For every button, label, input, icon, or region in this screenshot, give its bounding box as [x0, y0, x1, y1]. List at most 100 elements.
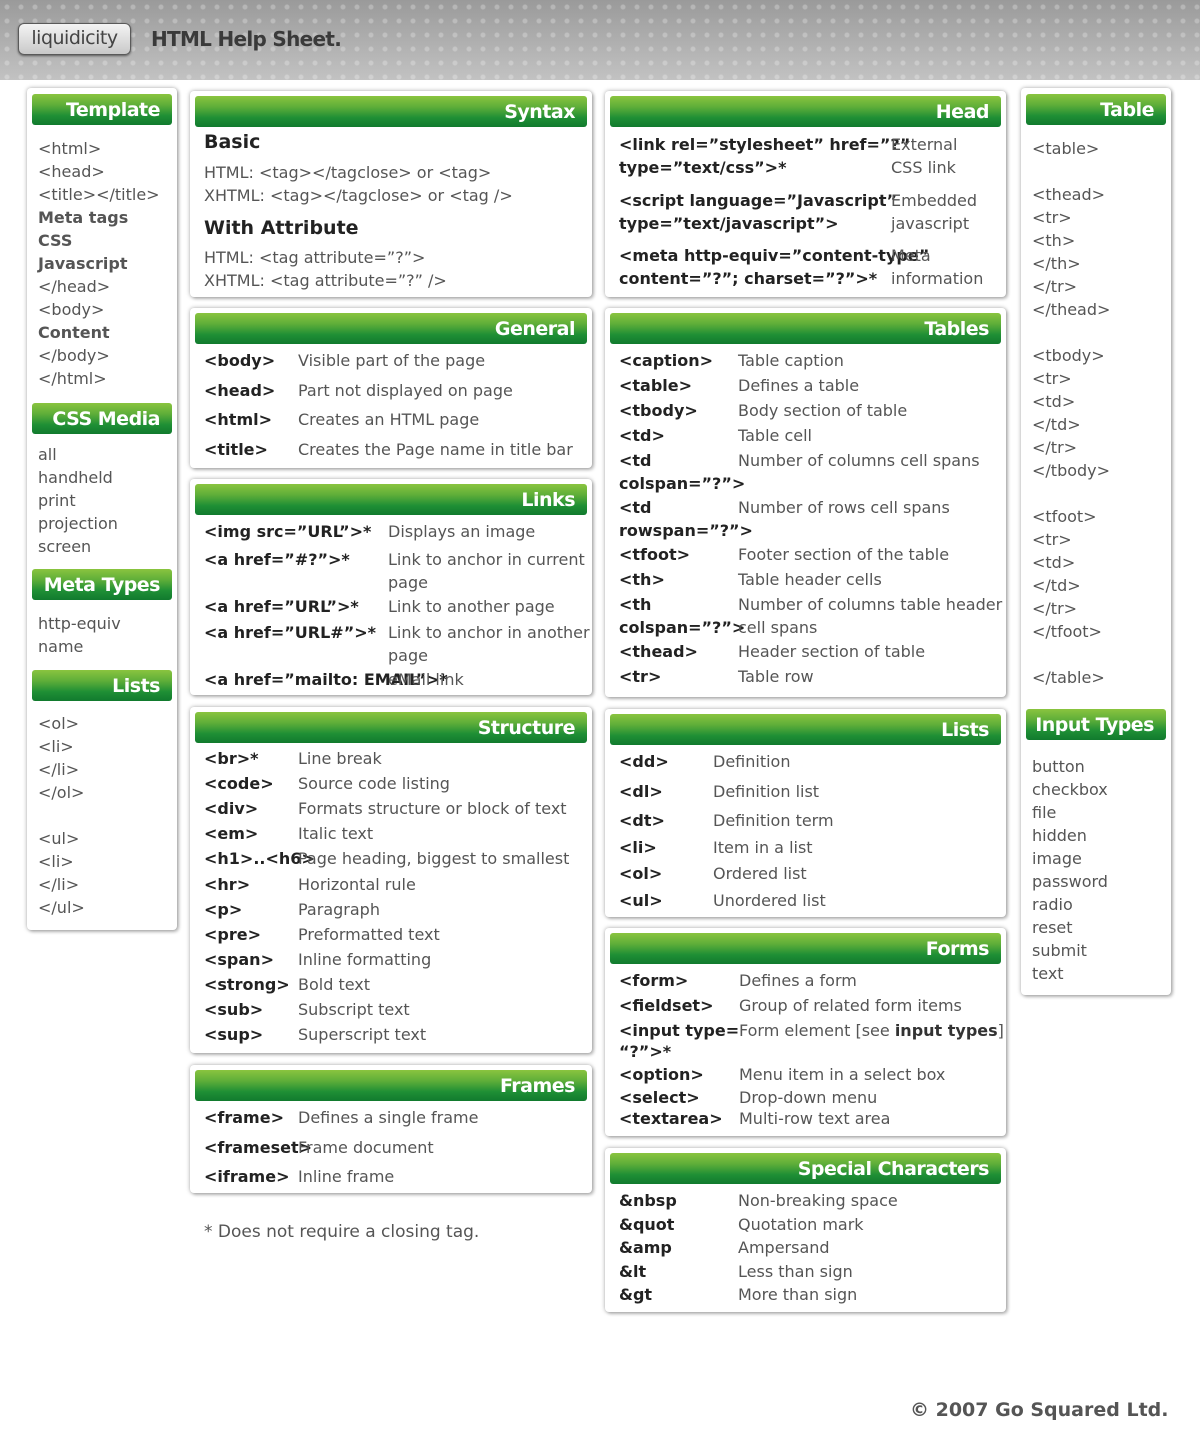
- special-characters-section-header: Special Characters: [610, 1153, 1001, 1184]
- tag-description: Non-breaking space: [738, 1191, 898, 1210]
- tag-description: Table caption: [738, 351, 844, 370]
- tag-name: <th>: [619, 570, 665, 589]
- tag-name: <li>: [619, 837, 657, 857]
- list-item: Meta tags: [38, 208, 129, 227]
- description-text: More than sign: [738, 1285, 858, 1304]
- list-item: <li>: [38, 737, 74, 756]
- description-text: Page heading, biggest to smallest: [298, 849, 570, 869]
- header-bar: liquidicity HTML Help Sheet.: [0, 0, 1200, 80]
- tag-description-cont: page: [388, 573, 428, 592]
- tag-name: <td: [619, 498, 652, 517]
- general-section-header: General: [195, 313, 587, 344]
- general-panel: General <body> Visible part of the page <h…: [190, 308, 592, 468]
- description-text: Displays an image: [388, 522, 536, 541]
- structure-section-header: Structure: [195, 712, 587, 743]
- description-text: Table cell: [738, 426, 812, 445]
- description-text: Table row: [738, 667, 814, 686]
- tag-description: Embedded: [891, 190, 978, 210]
- tag-description: Subscript text: [298, 1000, 410, 1019]
- list-item: radio: [1032, 895, 1073, 914]
- list-item: <th>: [1032, 231, 1076, 250]
- tag-name: <option>: [619, 1065, 704, 1084]
- tag-description: Source code listing: [298, 774, 450, 793]
- list-item: <ul>: [38, 829, 80, 848]
- tag-name: <sub>: [204, 1000, 264, 1019]
- tag-name: <title>: [204, 439, 268, 459]
- tag-description: Defines a single frame: [298, 1108, 478, 1127]
- list-item: </tr>: [1032, 438, 1078, 457]
- tables-panel: Tables <caption> Table caption <table> Defi…: [605, 308, 1006, 697]
- list-item: file: [1032, 803, 1057, 822]
- tag-name: <img src=”URL”>*: [204, 522, 372, 541]
- tag-description: Menu item in a select box: [739, 1065, 945, 1084]
- tag-name: <em>: [204, 824, 259, 844]
- syntax-basic-heading: Basic: [204, 131, 261, 153]
- tag-name: <input type=: [619, 1021, 740, 1040]
- description-text: Multi-row text area: [739, 1109, 891, 1128]
- tag-description-cont: page: [388, 646, 428, 665]
- tag-description: Quotation mark: [738, 1215, 864, 1234]
- tag-description: Line break: [298, 749, 382, 768]
- description-text: Less than sign: [738, 1261, 853, 1281]
- tag-name: <body>: [204, 351, 276, 370]
- list-item: </li>: [38, 875, 80, 894]
- syntax-attr-html: HTML: <tag attribute=”?”>: [204, 248, 426, 267]
- description-text: Definition list: [713, 781, 820, 801]
- tag-name: <html>: [204, 410, 273, 429]
- description-text: Visible part of the page: [298, 351, 486, 370]
- liquidicity-logo[interactable]: liquidicity: [18, 23, 131, 55]
- list-item: <thead>: [1032, 185, 1106, 204]
- tag-description: Visible part of the page: [298, 351, 485, 370]
- tag-description: Defines a form: [739, 971, 857, 990]
- tag-name: <frameset>: [204, 1137, 313, 1157]
- syntax-section-header: Syntax: [195, 96, 587, 127]
- tag-name: <dl>: [619, 781, 663, 801]
- template-section-header: Template: [32, 94, 172, 125]
- tag-description: Defines a table: [738, 376, 859, 395]
- list-item: </th>: [1032, 254, 1081, 273]
- description-text: Ampersand: [738, 1238, 830, 1257]
- meta-types-list: http-equiv name: [38, 612, 121, 658]
- list-item: <title></title>: [38, 185, 160, 204]
- syntax-attr-xhtml: XHTML: <tag attribute=”?” />: [204, 271, 447, 290]
- list-item: reset: [1032, 918, 1073, 937]
- lists-tag-list: <ol> <li> </li> </ol> <ul> <li> </li> </ul>: [38, 712, 85, 919]
- tag-description: Horizontal rule: [298, 875, 416, 894]
- description-text: Footer section of the table: [738, 545, 950, 564]
- tag-description: Displays an image: [388, 522, 535, 541]
- description-text: Line break: [298, 749, 382, 768]
- tag-name: <span>: [204, 949, 274, 969]
- list-item: <li>: [38, 852, 74, 871]
- description-text: Link to another page: [388, 597, 555, 616]
- tag-description: Number of columns table header: [738, 595, 1002, 614]
- tag-name: <td>: [619, 426, 665, 445]
- footnote: * Does not require a closing tag.: [204, 1222, 480, 1242]
- tag-name: &gt: [619, 1285, 653, 1304]
- list-item: projection: [38, 514, 118, 533]
- list-item: password: [1032, 872, 1108, 891]
- tag-description: Italic text: [298, 824, 373, 843]
- structure-panel: Structure <br>* Line break <code> Source co…: [190, 707, 592, 1053]
- syntax-basic-xhtml: XHTML: <tag></tagclose> or <tag />: [204, 186, 513, 205]
- tag-name: <form>: [619, 971, 689, 990]
- right-column-panel: Table <table> <thead> <tr> <th> </th> </tr> </…: [1021, 88, 1171, 995]
- tag-description: Number of columns cell spans: [738, 451, 980, 470]
- tag-name: <sup>: [204, 1025, 264, 1045]
- input-types-section-header: Input Types: [1026, 709, 1166, 740]
- list-item: http-equiv: [38, 614, 121, 633]
- lists-section-header: Lists: [32, 670, 172, 701]
- list-item: <td>: [1032, 553, 1076, 572]
- tag-name: <textarea>: [619, 1109, 723, 1128]
- list-item: text: [1032, 964, 1064, 983]
- description-text: Unordered list: [713, 890, 826, 910]
- list-item: </td>: [1032, 415, 1081, 434]
- tag-name: <a href=”#?”>*: [204, 550, 350, 569]
- input-types-list: button checkbox file hidden image password rad…: [1032, 755, 1108, 985]
- links-section-header: Links: [195, 484, 587, 515]
- description-text: Defines a table: [738, 376, 860, 395]
- tag-name: <code>: [204, 774, 274, 794]
- frames-section-header: Frames: [195, 1070, 587, 1101]
- tag-description: Inline formatting: [298, 950, 431, 969]
